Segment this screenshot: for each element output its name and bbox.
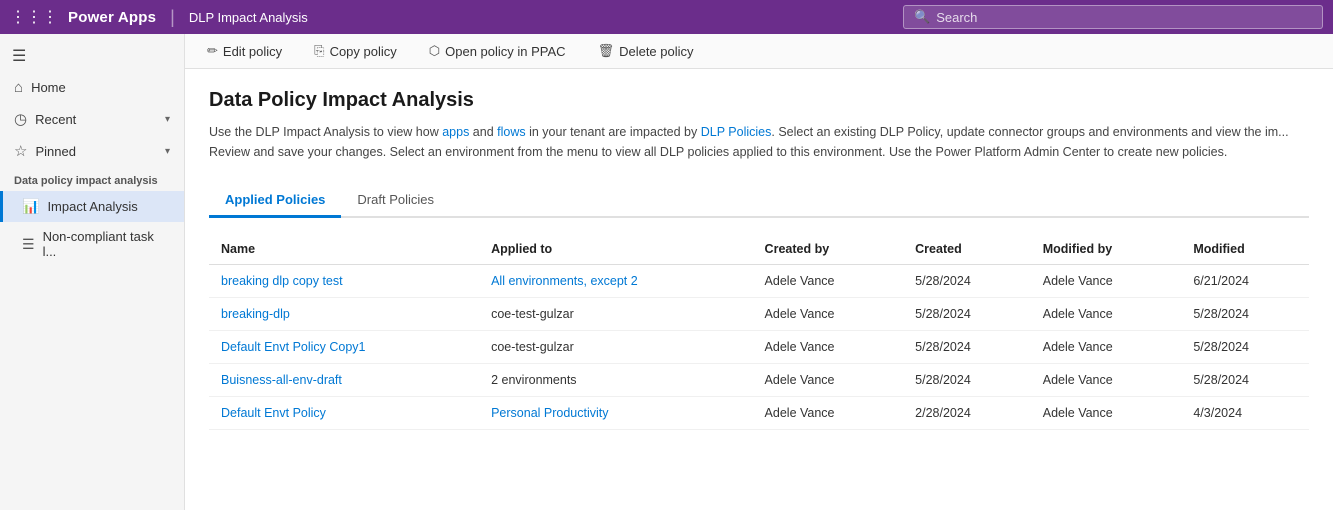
recent-icon: ◷ xyxy=(14,110,27,128)
cell-modified-by: Adele Vance xyxy=(1031,364,1182,397)
grid-icon[interactable]: ⋮⋮⋮ xyxy=(10,7,58,27)
non-compliant-icon: ☰ xyxy=(22,236,35,253)
cell-modified-by: Adele Vance xyxy=(1031,265,1182,298)
copy-icon: ⎘ xyxy=(314,43,324,59)
sidebar-section-label: Data policy impact analysis xyxy=(0,167,184,191)
hamburger-button[interactable]: ☰ xyxy=(0,40,184,72)
cell-created: 5/28/2024 xyxy=(903,364,1031,397)
sidebar-non-compliant-label: Non-compliant task l... xyxy=(43,229,170,259)
content-area: ✏ Edit policy ⎘ Copy policy ⬡ Open polic… xyxy=(185,34,1333,510)
cell-created: 5/28/2024 xyxy=(903,298,1031,331)
home-icon: ⌂ xyxy=(14,79,23,96)
edit-policy-button[interactable]: ✏ Edit policy xyxy=(201,40,288,62)
sidebar-pinned-label: Pinned xyxy=(35,144,157,159)
cell-name[interactable]: Buisness-all-env-draft xyxy=(209,364,479,397)
delete-policy-button[interactable]: 🗑 Delete policy xyxy=(592,40,700,62)
impact-analysis-icon: 📊 xyxy=(22,198,39,215)
col-modified-by: Modified by xyxy=(1031,234,1182,265)
cell-applied-to[interactable]: All environments, except 2 xyxy=(479,265,752,298)
cell-modified-by: Adele Vance xyxy=(1031,331,1182,364)
pin-icon: ☆ xyxy=(14,142,27,160)
cell-modified-by: Adele Vance xyxy=(1031,397,1182,430)
sidebar-impact-label: Impact Analysis xyxy=(47,199,137,214)
main-layout: ☰ ⌂ Home ◷ Recent ▾ ☆ Pinned ▾ Data poli… xyxy=(0,34,1333,510)
cell-name[interactable]: breaking dlp copy test xyxy=(209,265,479,298)
cell-applied-to[interactable]: Personal Productivity xyxy=(479,397,752,430)
sidebar-item-pinned[interactable]: ☆ Pinned ▾ xyxy=(0,135,184,167)
cell-modified: 4/3/2024 xyxy=(1181,397,1309,430)
sidebar-item-recent[interactable]: ◷ Recent ▾ xyxy=(0,103,184,135)
tab-applied-policies[interactable]: Applied Policies xyxy=(209,184,341,218)
search-box[interactable]: 🔍 xyxy=(903,5,1323,29)
tabs: Applied Policies Draft Policies xyxy=(209,184,1309,218)
sidebar-home-label: Home xyxy=(31,80,170,95)
table-row: Default Envt Policy Personal Productivit… xyxy=(209,397,1309,430)
cell-modified: 5/28/2024 xyxy=(1181,298,1309,331)
cell-created: 5/28/2024 xyxy=(903,331,1031,364)
apps-link[interactable]: apps xyxy=(442,125,469,139)
cell-created-by: Adele Vance xyxy=(753,265,904,298)
sidebar: ☰ ⌂ Home ◷ Recent ▾ ☆ Pinned ▾ Data poli… xyxy=(0,34,185,510)
open-policy-ppac-label: Open policy in PPAC xyxy=(445,44,565,59)
table-row: Default Envt Policy Copy1 coe-test-gulza… xyxy=(209,331,1309,364)
open-icon: ⬡ xyxy=(429,43,440,59)
topnav-divider: | xyxy=(170,7,175,28)
sidebar-item-home[interactable]: ⌂ Home xyxy=(0,72,184,103)
col-applied-to: Applied to xyxy=(479,234,752,265)
pinned-chevron: ▾ xyxy=(165,146,170,157)
search-input[interactable] xyxy=(936,10,1312,25)
table-row: breaking-dlp coe-test-gulzar Adele Vance… xyxy=(209,298,1309,331)
cell-name[interactable]: Default Envt Policy Copy1 xyxy=(209,331,479,364)
delete-policy-label: Delete policy xyxy=(619,44,693,59)
cell-created-by: Adele Vance xyxy=(753,364,904,397)
cell-modified: 6/21/2024 xyxy=(1181,265,1309,298)
sidebar-item-impact-analysis[interactable]: 📊 Impact Analysis xyxy=(0,191,184,222)
col-created-by: Created by xyxy=(753,234,904,265)
copy-policy-label: Copy policy xyxy=(330,44,397,59)
cell-created-by: Adele Vance xyxy=(753,331,904,364)
delete-icon: 🗑 xyxy=(598,43,615,59)
policies-table: Name Applied to Created by Created Modif… xyxy=(209,234,1309,430)
table-row: breaking dlp copy test All environments,… xyxy=(209,265,1309,298)
edit-policy-label: Edit policy xyxy=(223,44,282,59)
cell-modified: 5/28/2024 xyxy=(1181,364,1309,397)
cell-modified: 5/28/2024 xyxy=(1181,331,1309,364)
page-title: Data Policy Impact Analysis xyxy=(209,89,1309,112)
col-name: Name xyxy=(209,234,479,265)
cell-created: 5/28/2024 xyxy=(903,265,1031,298)
col-created: Created xyxy=(903,234,1031,265)
table-header: Name Applied to Created by Created Modif… xyxy=(209,234,1309,265)
edit-icon: ✏ xyxy=(207,43,218,59)
cell-created-by: Adele Vance xyxy=(753,397,904,430)
search-icon: 🔍 xyxy=(914,9,930,25)
page-content: Data Policy Impact Analysis Use the DLP … xyxy=(185,69,1333,510)
table-body: breaking dlp copy test All environments,… xyxy=(209,265,1309,430)
tab-draft-policies[interactable]: Draft Policies xyxy=(341,184,450,218)
policies-table-wrap: Name Applied to Created by Created Modif… xyxy=(209,234,1309,430)
cell-applied-to: 2 environments xyxy=(479,364,752,397)
cell-created: 2/28/2024 xyxy=(903,397,1031,430)
cell-created-by: Adele Vance xyxy=(753,298,904,331)
open-policy-ppac-button[interactable]: ⬡ Open policy in PPAC xyxy=(423,40,572,62)
brand-label: Power Apps xyxy=(68,9,156,26)
table-row: Buisness-all-env-draft 2 environments Ad… xyxy=(209,364,1309,397)
dlp-policies-link[interactable]: DLP Policies xyxy=(701,125,772,139)
page-description: Use the DLP Impact Analysis to view how … xyxy=(209,122,1309,162)
cell-applied-to: coe-test-gulzar xyxy=(479,331,752,364)
recent-chevron: ▾ xyxy=(165,114,170,125)
cell-applied-to: coe-test-gulzar xyxy=(479,298,752,331)
cell-name[interactable]: breaking-dlp xyxy=(209,298,479,331)
sidebar-item-non-compliant[interactable]: ☰ Non-compliant task l... xyxy=(0,222,184,266)
copy-policy-button[interactable]: ⎘ Copy policy xyxy=(308,40,403,62)
cell-modified-by: Adele Vance xyxy=(1031,298,1182,331)
col-modified: Modified xyxy=(1181,234,1309,265)
flows-link[interactable]: flows xyxy=(497,125,525,139)
topnav-page-title: DLP Impact Analysis xyxy=(189,10,308,25)
cell-name[interactable]: Default Envt Policy xyxy=(209,397,479,430)
toolbar: ✏ Edit policy ⎘ Copy policy ⬡ Open polic… xyxy=(185,34,1333,69)
sidebar-recent-label: Recent xyxy=(35,112,157,127)
topnav: ⋮⋮⋮ Power Apps | DLP Impact Analysis 🔍 xyxy=(0,0,1333,34)
